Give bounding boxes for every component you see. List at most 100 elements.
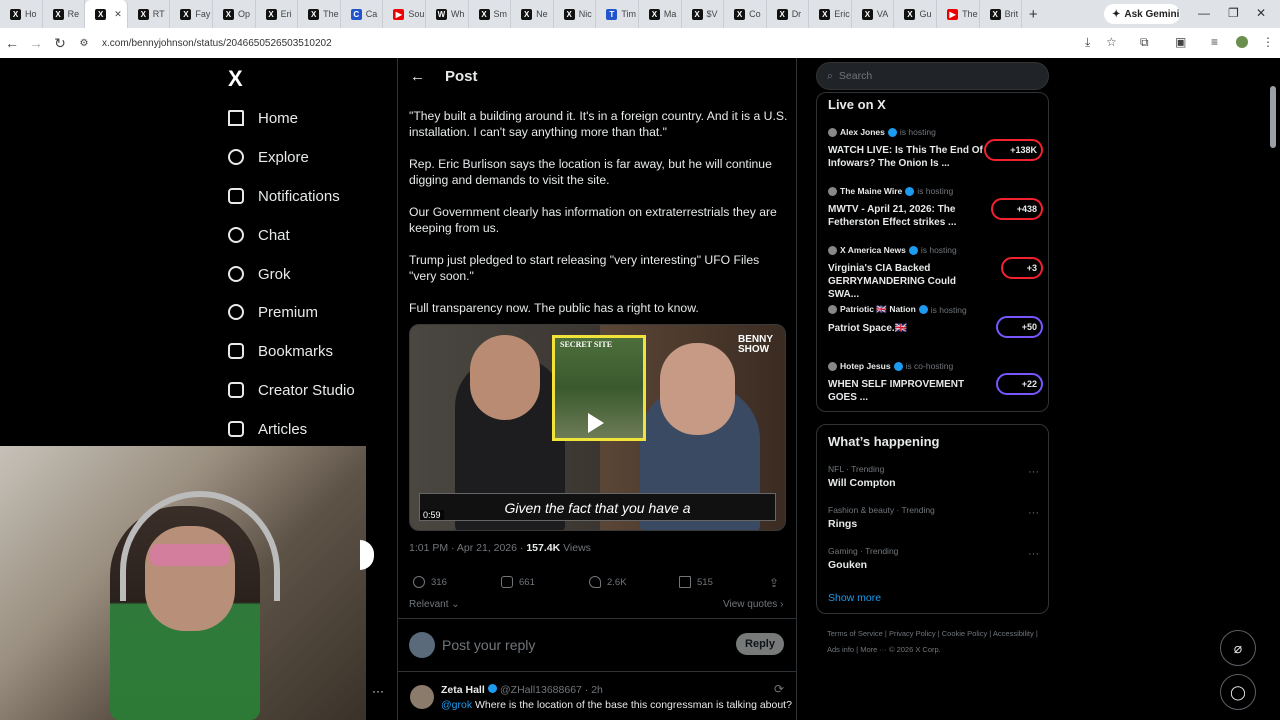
reply-icon [413, 576, 425, 588]
explore-icon [228, 149, 244, 165]
reload-icon[interactable]: ↻ [48, 35, 72, 52]
browser-tab[interactable]: X Eric [809, 0, 852, 28]
browser-tab[interactable]: X Nic [554, 0, 597, 28]
x-logo[interactable]: X [228, 66, 243, 92]
reply-button[interactable]: Reply [736, 633, 784, 655]
browser-tab[interactable]: X ✕ [85, 0, 128, 28]
ask-gemini-button[interactable]: ✦ Ask Gemini [1104, 4, 1180, 24]
chat-fab-icon[interactable]: ◯ [1220, 674, 1256, 710]
browser-tab[interactable]: X Fay [170, 0, 213, 28]
relevant-sort-dropdown[interactable]: Relevant ⌄ [409, 599, 460, 610]
browser-tab[interactable]: X Ho [0, 0, 43, 28]
bookmark-action[interactable]: 515 [679, 576, 713, 588]
browser-tab[interactable]: X Brit [980, 0, 1023, 28]
post-paragraph: Rep. Eric Burlison says the location is … [409, 157, 772, 187]
share-action[interactable]: ⇪ [769, 576, 779, 590]
reply-tweet[interactable]: Zeta Hall @ZHall13688667 · 2h ⟳ ··· @gro… [398, 676, 796, 720]
bookmark-star-icon[interactable]: ☆ [1106, 35, 1117, 49]
browser-tab[interactable]: X Dr [767, 0, 810, 28]
browser-tab[interactable]: X Eri [256, 0, 299, 28]
profile-avatar[interactable] [1236, 36, 1248, 48]
browser-tab[interactable]: X Ma [639, 0, 682, 28]
video-player[interactable]: SECRET SITE BENNY SHOW Given the fact th… [409, 324, 786, 531]
views-count: 157.4K [526, 542, 561, 554]
nav-item-premium[interactable]: Premium [228, 298, 318, 326]
minimize-icon[interactable]: — [1198, 6, 1210, 20]
browser-tab[interactable]: X Gu [894, 0, 938, 28]
tab-favicon-icon: ▶ [393, 8, 405, 20]
live-space-item[interactable]: Patriotic 🇬🇧 Nation is hosting Patriot Spa… [828, 304, 1043, 338]
trend-item[interactable]: Fashion & beauty · Trending Rings ··· [828, 505, 1043, 530]
trend-item[interactable]: NFL · Trending Will Compton ··· [828, 464, 1043, 489]
live-host: Alex Jones is hosting [828, 127, 1043, 137]
nav-item-bookmarks[interactable]: Bookmarks [228, 337, 333, 365]
more-icon[interactable]: ··· [1028, 548, 1039, 560]
nav-item-notifications[interactable]: Notifications [228, 182, 340, 210]
browser-tab[interactable]: X Op [213, 0, 256, 28]
live-space-item[interactable]: Alex Jones is hosting WATCH LIVE: Is This … [828, 127, 1043, 170]
back-arrow-icon[interactable]: ← [410, 68, 425, 85]
ask-gemini-label: Ask Gemini [1124, 8, 1180, 20]
mention-link[interactable]: @grok [441, 699, 472, 711]
close-tab-icon[interactable]: ✕ [114, 9, 122, 20]
install-icon[interactable]: ⤓ [1085, 35, 1090, 50]
browser-tab[interactable]: X Co [724, 0, 767, 28]
nav-item-home[interactable]: Home [228, 104, 298, 132]
browser-tab[interactable]: ▶ Sou [383, 0, 426, 28]
browser-tab[interactable]: X Ne [511, 0, 554, 28]
url-field[interactable]: x.com/bennyjohnson/status/20466505265035… [102, 38, 332, 49]
browser-tab[interactable]: X RT [128, 0, 171, 28]
live-space-item[interactable]: X America News is hosting Virginia's CIA B… [828, 245, 1043, 301]
reading-list-icon[interactable]: ≡ [1211, 35, 1218, 49]
nav-item-grok[interactable]: Grok [228, 260, 291, 288]
more-icon[interactable]: ··· [1028, 466, 1039, 478]
nav-item-articles[interactable]: Articles [228, 415, 307, 443]
footer-links[interactable]: Terms of Service | Privacy Policy | Cook… [827, 626, 1047, 658]
browser-tab[interactable]: W Wh [426, 0, 469, 28]
menu-icon[interactable]: ⋮ [1262, 35, 1274, 49]
more-icon[interactable]: ··· [1028, 507, 1039, 519]
live-space-item[interactable]: Hotep Jesus is co-hosting WHEN SELF IMPROV… [828, 361, 1043, 404]
reply-input[interactable]: Post your reply [442, 637, 535, 653]
nav-item-chat[interactable]: Chat [228, 221, 290, 249]
play-icon[interactable] [588, 413, 604, 433]
nav-item-creator-studio[interactable]: Creator Studio [228, 376, 355, 404]
close-window-icon[interactable]: ✕ [1256, 6, 1266, 20]
back-icon[interactable]: ← [0, 35, 24, 51]
browser-tab[interactable]: C Ca [341, 0, 384, 28]
grok-fab-icon[interactable]: ⌀ [1220, 630, 1256, 666]
browser-tab[interactable]: X $V [682, 0, 725, 28]
like-action[interactable]: 2.6K [589, 576, 627, 588]
browser-tab[interactable]: X VA [852, 0, 895, 28]
nav-item-explore[interactable]: Explore [228, 143, 309, 171]
tab-label: $V [706, 9, 718, 19]
split-view-icon[interactable]: ▣ [1175, 35, 1186, 49]
browser-tab[interactable]: ▶ The [937, 0, 980, 28]
extensions-icon[interactable]: ⧉ [1140, 35, 1149, 50]
new-tab-button[interactable]: + [1022, 6, 1044, 23]
search-input[interactable]: ⌕ Search [816, 62, 1049, 90]
browser-tab[interactable]: X Sm [469, 0, 512, 28]
site-info-icon[interactable]: ⚙ [72, 38, 96, 49]
trend-item[interactable]: Gaming · Trending Gouken ··· [828, 546, 1043, 571]
listener-count: +22 [995, 373, 1043, 395]
scrollbar[interactable] [1270, 86, 1276, 148]
browser-tab[interactable]: X Re [43, 0, 86, 28]
repost-icon [501, 576, 513, 588]
live-host: X America News is hosting [828, 245, 1043, 255]
restore-icon[interactable]: ❐ [1228, 6, 1239, 20]
browser-tab[interactable]: T Tim [596, 0, 639, 28]
live-space-item[interactable]: The Maine Wire is hosting MWTV - April 21,… [828, 186, 1043, 229]
forward-icon[interactable]: → [24, 35, 48, 51]
show-more-link[interactable]: Show more [828, 592, 881, 604]
search-icon: ⌕ [827, 69, 833, 82]
author-name-text: Zeta Hall [441, 684, 485, 696]
more-options-icon[interactable]: ··· [372, 684, 384, 698]
reply-author-name[interactable]: Zeta Hall [441, 684, 497, 696]
reply-action[interactable]: 316 [413, 576, 447, 588]
scroll-handle[interactable] [360, 540, 374, 570]
view-quotes-link[interactable]: View quotes › [723, 599, 783, 610]
tab-label: Ho [25, 9, 37, 19]
browser-tab[interactable]: X The [298, 0, 341, 28]
repost-action[interactable]: 661 [501, 576, 535, 588]
